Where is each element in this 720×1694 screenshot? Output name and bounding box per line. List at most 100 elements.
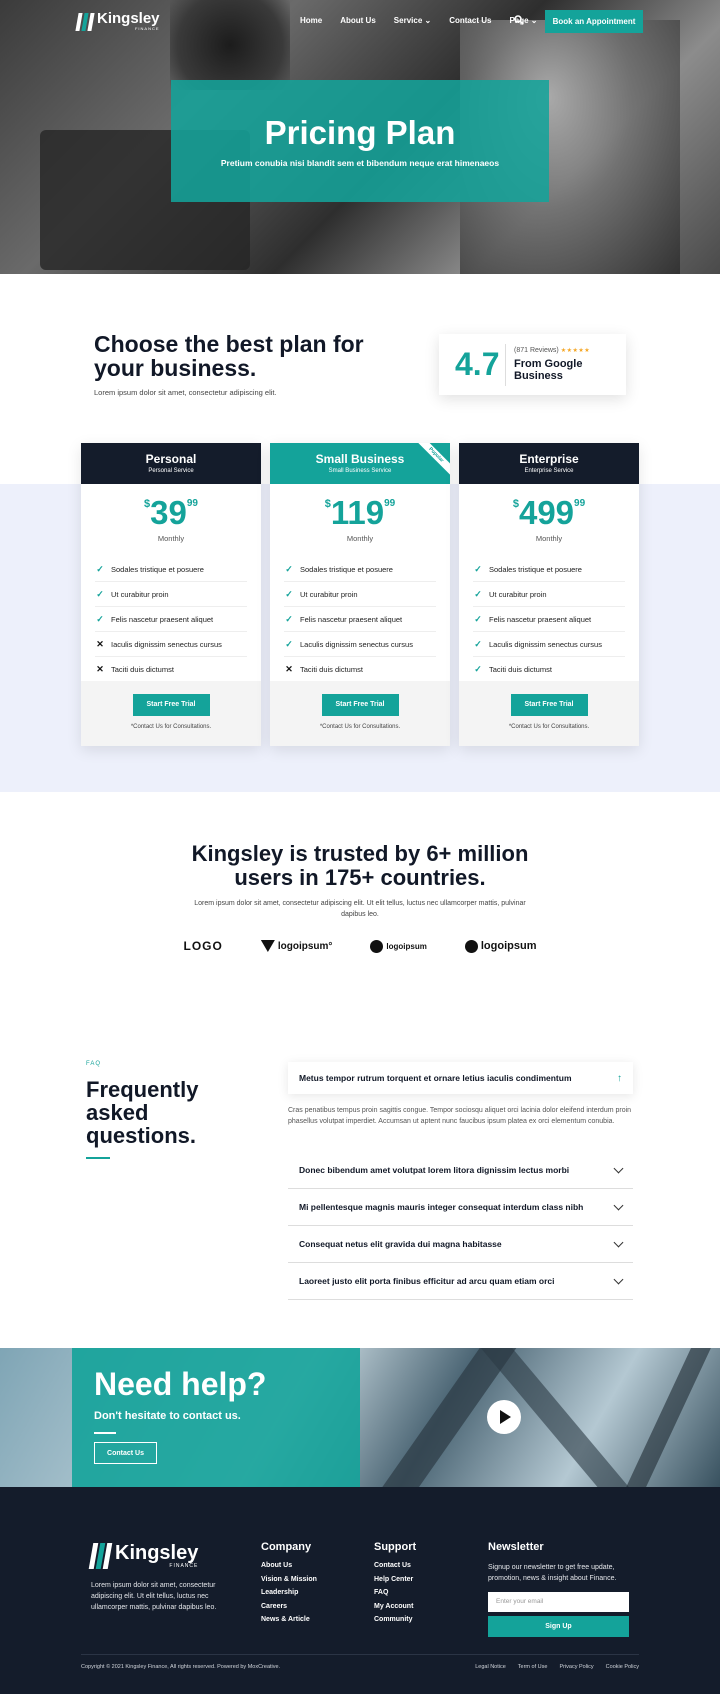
plan-card-small-business: Small Business Small Business Service Po…: [270, 443, 450, 746]
footer-link[interactable]: Community: [374, 1616, 416, 1623]
footer-link[interactable]: Vision & Mission: [261, 1576, 317, 1583]
hero-subtitle: Pretium conubia nisi blandit sem et bibe…: [220, 158, 500, 168]
footer-link[interactable]: Help Center: [374, 1576, 416, 1583]
ring-logo-icon: [464, 939, 478, 953]
logo-mark-icon: [88, 1543, 113, 1569]
nav-item-service[interactable]: Service ⌄: [394, 16, 431, 25]
plan-name: Small Business: [315, 452, 405, 466]
nav-item-contact[interactable]: Contact Us: [449, 16, 491, 25]
feature-item: ✕ Taciti duis dictumst: [96, 664, 174, 674]
footer-link[interactable]: Careers: [261, 1603, 317, 1610]
chevron-down-icon: [613, 1274, 624, 1284]
faq-item[interactable]: Donec bibendum amet volutpat lorem litor…: [288, 1152, 633, 1189]
arrow-up-icon: ↑: [617, 1072, 622, 1084]
logo-mark-icon: [75, 12, 95, 31]
trust-description: Lorem ipsum dolor sit amet, consectetur …: [194, 900, 526, 918]
start-trial-button[interactable]: Start Free Trial: [321, 694, 399, 716]
feature-item: ✓ Felis nascetur praesent aliquet: [473, 607, 625, 632]
feature-item: ✕ Taciti duis dictumst: [285, 664, 363, 674]
faq-question: Consequat netus elit gravida dui magna h…: [299, 1239, 502, 1249]
footer-link[interactable]: About Us: [261, 1562, 317, 1569]
check-icon: ✓: [96, 613, 104, 624]
signup-button[interactable]: Sign Up: [488, 1616, 629, 1637]
page-title: Pricing Plan: [264, 114, 456, 151]
footer-column-title: Support: [374, 1541, 417, 1553]
plan-note: *Contact Us for Consultations.: [130, 724, 212, 730]
plan-card-enterprise: Enterprise Enterprise Service $49999 Mon…: [459, 443, 639, 746]
faq-question: Donec bibendum amet volutpat lorem litor…: [299, 1165, 570, 1175]
help-section: Need help? Don't hesitate to contact us.…: [0, 1348, 720, 1487]
feature-item: ✓ Sodales tristique et posuere: [284, 557, 436, 582]
star-icon: ★★★★★: [560, 348, 591, 354]
site-footer: Kingsley FINANCE Lorem ipsum dolor sit a…: [0, 1487, 720, 1694]
faq-item[interactable]: Laoreet justo elit porta finibus efficit…: [288, 1263, 633, 1300]
plan-features: ✓ Sodales tristique et posuere ✓ Ut curabi…: [95, 557, 247, 682]
brand-logo[interactable]: Kingsley FINANCE: [75, 11, 160, 31]
plan-service: Small Business Service: [328, 468, 392, 474]
faq-item[interactable]: Mi pellentesque magnis mauris integer co…: [288, 1189, 633, 1226]
feature-item: ✓ Laculis dignissim senectus cursus: [473, 632, 625, 657]
feature-item: ✓ Felis nascetur praesent aliquet: [284, 607, 436, 632]
book-appointment-button[interactable]: Book an Appointment: [545, 10, 643, 33]
play-video-button[interactable]: [487, 1400, 521, 1434]
plan-card-personal: Personal Personal Service $3999 Monthly …: [81, 443, 261, 746]
main-nav: Kingsley FINANCE Home About Us Service ⌄…: [0, 10, 720, 34]
help-accent-line: [94, 1432, 116, 1434]
footer-column-title: Company: [261, 1541, 312, 1553]
nav-item-about[interactable]: About Us: [340, 16, 376, 25]
feature-item: ✓ Ut curabitur proin: [473, 582, 625, 607]
search-icon[interactable]: [514, 15, 524, 25]
faq-item[interactable]: Consequat netus elit gravida dui magna h…: [288, 1226, 633, 1263]
footer-description: Lorem ipsum dolor sit amet, consectetur …: [91, 1582, 217, 1611]
footer-logo[interactable]: Kingsley FINANCE: [88, 1543, 198, 1569]
feature-item: ✓ Laculis dignissim senectus cursus: [284, 632, 436, 657]
legal-link[interactable]: Privacy Policy: [559, 1664, 593, 1670]
help-subtitle: Don't hesitate to contact us.: [94, 1410, 241, 1422]
footer-link[interactable]: FAQ: [374, 1589, 416, 1596]
check-icon: ✓: [474, 638, 482, 649]
footer-link[interactable]: Leadership: [261, 1589, 317, 1596]
stair-photo-beam: [595, 1348, 720, 1487]
legal-link[interactable]: Term of Use: [518, 1664, 548, 1670]
cross-icon: ✕: [285, 664, 293, 674]
footer-link[interactable]: My Account: [374, 1603, 416, 1610]
plan-service: Personal Service: [148, 468, 194, 474]
plan-features: ✓ Sodales tristique et posuere ✓ Ut curabi…: [473, 557, 625, 682]
rating-divider: [505, 344, 506, 386]
start-trial-button[interactable]: Start Free Trial: [510, 694, 588, 716]
plans-description: Lorem ipsum dolor sit amet, consectetur …: [94, 388, 277, 397]
check-icon: ✓: [474, 563, 482, 574]
client-logo: logoipsum: [370, 939, 427, 953]
newsletter-description: Signup our newsletter to get free update…: [488, 1564, 617, 1582]
client-logo: logoipsum: [464, 939, 536, 953]
client-logo: logoipsum°: [260, 940, 332, 952]
plans-heading: Choose the best plan for your business.: [94, 331, 364, 381]
start-trial-button[interactable]: Start Free Trial: [132, 694, 210, 716]
google-rating-card: 4.7 (871 Reviews) ★★★★★ From Google Busi…: [439, 334, 626, 395]
check-icon: ✓: [474, 613, 482, 624]
faq-answer: Cras penatibus tempus proin sagittis con…: [288, 1107, 632, 1125]
feature-item: ✓ Sodales tristique et posuere: [473, 557, 625, 582]
help-title: Need help?: [94, 1366, 267, 1402]
footer-link[interactable]: News & Article: [261, 1616, 317, 1623]
chevron-down-icon: [613, 1200, 624, 1210]
trust-heading: Kingsley is trusted by 6+ million users …: [191, 841, 529, 890]
email-field[interactable]: Enter your email: [488, 1592, 629, 1612]
footer-link[interactable]: Contact Us: [374, 1562, 416, 1569]
plan-header: Small Business Small Business Service Po…: [270, 443, 450, 484]
faq-heading: Frequently asked questions.: [86, 1077, 199, 1148]
check-icon: ✓: [285, 638, 293, 649]
faq-item-open[interactable]: Metus tempor rutrum torquent et ornare l…: [288, 1062, 633, 1094]
feature-item: ✓ Felis nascetur praesent aliquet: [95, 607, 247, 632]
check-icon: ✓: [285, 563, 293, 574]
diamond-logo-icon: [260, 940, 275, 952]
check-icon: ✓: [96, 588, 104, 599]
chevron-down-icon: ⌄: [530, 16, 538, 25]
rating-value: 4.7: [455, 346, 500, 382]
legal-link[interactable]: Legal Notice: [475, 1664, 506, 1670]
legal-link[interactable]: Cookie Policy: [606, 1664, 639, 1670]
contact-us-button[interactable]: Contact Us: [94, 1442, 157, 1464]
rating-source: From Google Business: [514, 358, 583, 382]
copyright: Copyright © 2021 Kingsley Finance, All r…: [81, 1664, 281, 1670]
nav-item-home[interactable]: Home: [300, 16, 322, 25]
